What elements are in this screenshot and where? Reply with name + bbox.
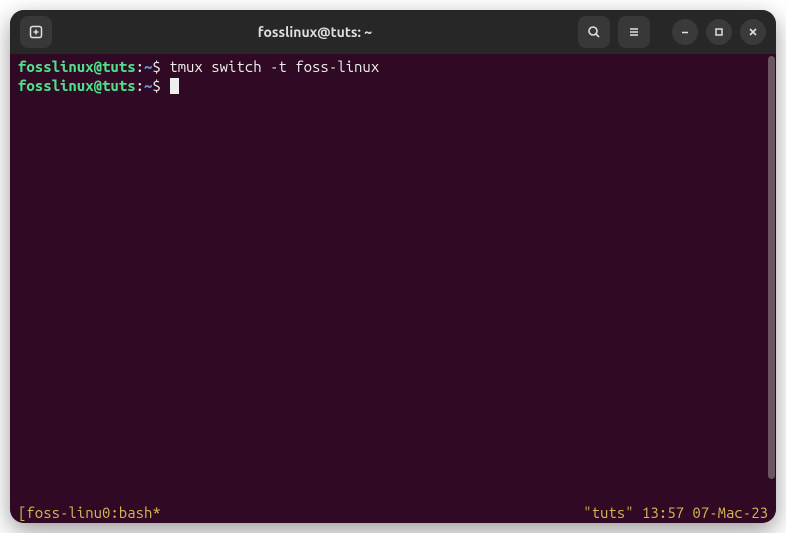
terminal-area[interactable]: fosslinux@tuts:~$ tmux switch -t foss-li… (10, 54, 776, 503)
prompt-dollar: $ (152, 58, 160, 75)
terminal-cursor (170, 78, 179, 94)
command-text: tmux switch -t foss-linux (169, 58, 379, 75)
titlebar-right (578, 16, 766, 48)
terminal-window: fosslinux@tuts: ~ (10, 10, 776, 523)
new-tab-button[interactable] (20, 16, 52, 48)
prompt-dollar: $ (152, 77, 160, 94)
terminal-line: fosslinux@tuts:~$ tmux switch -t foss-li… (18, 58, 768, 77)
prompt-user: fosslinux@tuts (18, 77, 136, 94)
close-button[interactable] (740, 19, 766, 45)
search-button[interactable] (578, 16, 610, 48)
prompt-colon: : (136, 58, 144, 75)
status-right: "tuts" 13:57 07-Mac-23 (583, 504, 768, 521)
maximize-button[interactable] (706, 19, 732, 45)
terminal-line: fosslinux@tuts:~$ (18, 77, 768, 96)
titlebar-left (20, 16, 52, 48)
prompt-user: fosslinux@tuts (18, 58, 136, 75)
tmux-statusbar: [foss-linu0:bash* "tuts" 13:57 07-Mac-23 (10, 503, 776, 523)
command-text (161, 58, 169, 75)
window-title: fosslinux@tuts: ~ (60, 24, 570, 40)
prompt-colon: : (136, 77, 144, 94)
minimize-button[interactable] (672, 19, 698, 45)
command-text (161, 77, 169, 94)
scrollbar[interactable] (768, 56, 775, 479)
menu-button[interactable] (618, 16, 650, 48)
titlebar: fosslinux@tuts: ~ (10, 10, 776, 54)
status-left: [foss-linu0:bash* (18, 504, 161, 521)
